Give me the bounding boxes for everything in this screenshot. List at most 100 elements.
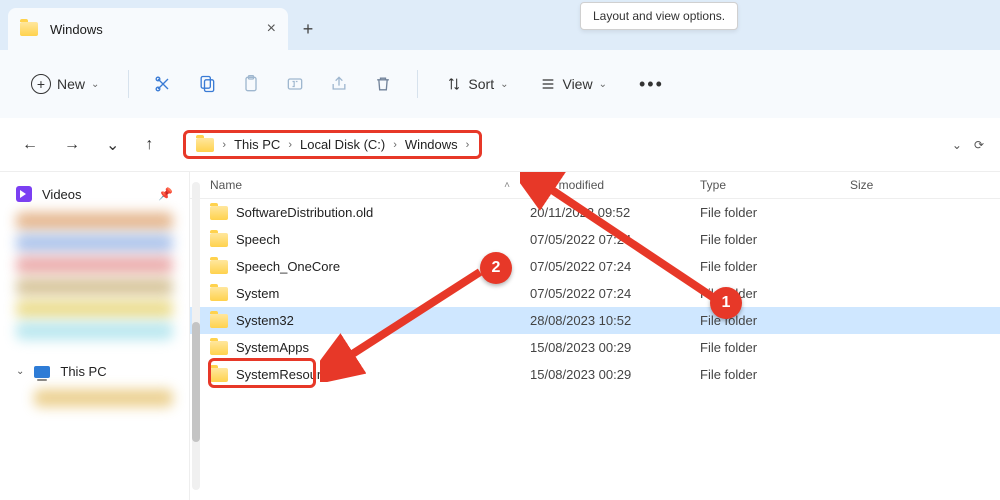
file-date: 07/05/2022 07:24: [530, 286, 700, 301]
copy-icon: [197, 74, 217, 94]
file-list[interactable]: Name ˄ Date modified Type Size SoftwareDi…: [190, 172, 1000, 500]
chevron-right-icon: ›: [393, 139, 397, 151]
sidebar-item-thispc[interactable]: ⌄ This PC: [4, 358, 185, 385]
pc-icon: [34, 366, 50, 378]
paste-button[interactable]: [235, 68, 267, 100]
sidebar-item-label: Videos: [42, 187, 82, 202]
scissors-icon: [153, 74, 173, 94]
forward-button[interactable]: →: [58, 132, 86, 158]
copy-button[interactable]: [191, 68, 223, 100]
file-name: SystemResources: [236, 367, 341, 382]
file-type: File folder: [700, 205, 850, 220]
tab-title: Windows: [50, 22, 103, 37]
table-row[interactable]: Speech_OneCore07/05/2022 07:24File folde…: [190, 253, 1000, 280]
navigation-pane[interactable]: Videos 📌 ⌄ This PC: [0, 172, 190, 500]
title-bar: Windows × +: [0, 0, 1000, 50]
col-name[interactable]: Name: [210, 178, 242, 192]
sort-indicator-icon: ˄: [504, 180, 510, 191]
file-name: Speech_OneCore: [236, 259, 340, 274]
annotation-marker-2: 2: [480, 252, 512, 284]
folder-icon: [210, 341, 228, 355]
rename-button[interactable]: [279, 68, 311, 100]
file-name: Speech: [236, 232, 280, 247]
chevron-right-icon: ›: [466, 139, 470, 151]
address-bar: ← → ⌄ ↑ › This PC › Local Disk (C:) › Wi…: [0, 118, 1000, 172]
sidebar-item-videos[interactable]: Videos 📌: [4, 180, 185, 208]
col-type[interactable]: Type: [700, 178, 850, 192]
breadcrumb[interactable]: › This PC › Local Disk (C:) › Windows ›: [183, 130, 482, 159]
recent-dropdown[interactable]: ⌄: [100, 131, 125, 159]
file-date: 15/08/2023 00:29: [530, 340, 700, 355]
chevron-down-icon: ⌄: [91, 79, 99, 90]
folder-icon: [210, 233, 228, 247]
more-button[interactable]: •••: [629, 68, 674, 101]
back-button[interactable]: ←: [16, 132, 44, 158]
folder-icon: [210, 314, 228, 328]
scrollbar-track[interactable]: [192, 182, 200, 490]
file-type: File folder: [700, 367, 850, 382]
new-button[interactable]: + New ⌄: [20, 67, 110, 101]
file-name: SystemApps: [236, 340, 309, 355]
file-date: 20/11/2022 09:52: [530, 205, 700, 220]
breadcrumb-item[interactable]: Windows: [405, 137, 458, 152]
table-row[interactable]: Speech07/05/2022 07:24File folder: [190, 226, 1000, 253]
blurred-item: [16, 212, 173, 230]
blurred-item: [16, 256, 173, 274]
toolbar: + New ⌄ Sort ⌄ View ⌄ •••: [0, 50, 1000, 118]
delete-button[interactable]: [367, 68, 399, 100]
rename-icon: [285, 74, 305, 94]
trash-icon: [373, 74, 393, 94]
refresh-button[interactable]: ⟳: [974, 138, 984, 152]
scrollbar-thumb[interactable]: [192, 322, 200, 442]
file-name: System: [236, 286, 279, 301]
blurred-item: [16, 234, 173, 252]
breadcrumb-item[interactable]: This PC: [234, 137, 280, 152]
tooltip: Layout and view options.: [580, 2, 738, 30]
share-icon: [329, 74, 349, 94]
sort-button[interactable]: Sort ⌄: [436, 70, 518, 98]
folder-icon: [210, 287, 228, 301]
col-date[interactable]: Date modified: [530, 178, 700, 192]
plus-circle-icon: +: [31, 74, 51, 94]
share-button[interactable]: [323, 68, 355, 100]
folder-icon: [210, 206, 228, 220]
file-name: System32: [236, 313, 294, 328]
file-date: 07/05/2022 07:24: [530, 232, 700, 247]
tab-windows[interactable]: Windows ×: [8, 8, 288, 50]
cut-button[interactable]: [147, 68, 179, 100]
file-name: SoftwareDistribution.old: [236, 205, 373, 220]
table-row[interactable]: SoftwareDistribution.old 20/11/2022 09:52…: [190, 199, 1000, 226]
annotation-marker-1: 1: [710, 287, 742, 319]
blurred-item: [34, 389, 173, 407]
blurred-item: [16, 322, 173, 340]
video-icon: [16, 186, 32, 202]
chevron-right-icon: ›: [288, 139, 292, 151]
pin-icon: 📌: [158, 187, 173, 201]
view-icon: [540, 76, 556, 92]
file-date: 15/08/2023 00:29: [530, 367, 700, 382]
folder-icon: [20, 22, 38, 36]
up-button[interactable]: ↑: [139, 132, 159, 158]
folder-icon: [210, 368, 228, 382]
close-icon[interactable]: ×: [267, 20, 276, 38]
table-row[interactable]: SystemApps15/08/2023 00:29File folder: [190, 334, 1000, 361]
chevron-down-icon: ⌄: [599, 79, 607, 90]
table-row[interactable]: System07/05/2022 07:24File folder: [190, 280, 1000, 307]
view-label: View: [562, 76, 592, 92]
separator: [128, 70, 129, 98]
view-button[interactable]: View ⌄: [530, 70, 616, 98]
new-tab-button[interactable]: +: [288, 19, 328, 40]
folder-icon: [196, 138, 214, 152]
separator: [417, 70, 418, 98]
column-headers[interactable]: Name ˄ Date modified Type Size: [190, 172, 1000, 199]
new-label: New: [57, 76, 85, 92]
chevron-down-icon: ⌄: [500, 79, 508, 90]
breadcrumb-item[interactable]: Local Disk (C:): [300, 137, 385, 152]
table-row[interactable]: System3228/08/2023 10:52File folder: [190, 307, 1000, 334]
table-row[interactable]: SystemResources 15/08/2023 00:29File fold…: [190, 361, 1000, 388]
content-area: Videos 📌 ⌄ This PC Name ˄ Date modified T…: [0, 172, 1000, 500]
col-size[interactable]: Size: [850, 178, 980, 192]
folder-icon: [210, 260, 228, 274]
address-dropdown[interactable]: ⌄: [952, 138, 962, 152]
sort-icon: [446, 76, 462, 92]
